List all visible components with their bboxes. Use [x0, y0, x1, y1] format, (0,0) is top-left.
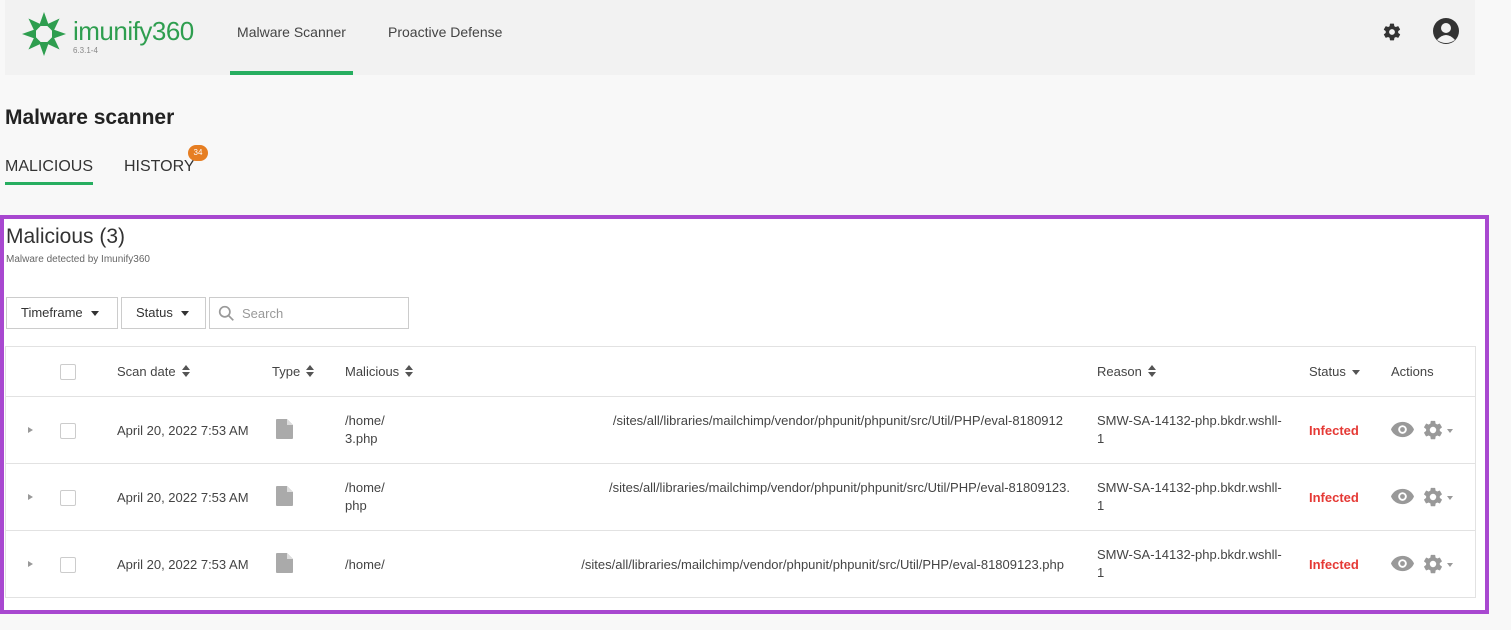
reason-text: SMW-SA-14132-php.bkdr.wshll- [1097, 480, 1282, 495]
tab-malicious[interactable]: MALICIOUS [5, 158, 94, 185]
file-path-start: /home/ [345, 557, 385, 572]
nav-tab-label: Malware Scanner [237, 24, 346, 40]
top-navigation-bar: imunify360 6.3.1-4 Malware Scanner Proac… [5, 0, 1475, 75]
reason-text-cont: 1 [1097, 498, 1105, 513]
expand-row-icon[interactable] [28, 561, 33, 567]
scan-date: April 20, 2022 7:53 AM [117, 423, 249, 438]
column-malicious[interactable]: Malicious [345, 364, 414, 379]
nav-tab-label: Proactive Defense [388, 24, 503, 40]
reason-text-cont: 1 [1097, 431, 1105, 446]
sort-icon [181, 364, 190, 377]
column-label: Malicious [345, 364, 400, 379]
malicious-table: Scan date Type Malicious Reason Status A… [5, 346, 1476, 598]
panel-title: Malicious (3) [6, 225, 126, 248]
imunify360-logo[interactable]: imunify360 6.3.1-4 [20, 10, 210, 60]
file-path-name: 3.php [345, 431, 378, 446]
settings-gear-icon[interactable] [1422, 419, 1444, 441]
status-badge: Infected [1309, 423, 1359, 438]
settings-gear-icon[interactable] [1422, 486, 1444, 508]
column-type[interactable]: Type [272, 364, 315, 379]
file-path-middle: /sites/all/libraries/mailchimp/vendor/ph… [608, 480, 1070, 495]
history-count-badge: 34 [188, 145, 208, 161]
logo-star-icon [22, 12, 66, 56]
status-badge: Infected [1309, 490, 1359, 505]
row-checkbox[interactable] [60, 557, 76, 573]
column-label: Type [272, 364, 301, 379]
sort-desc-icon [1351, 370, 1360, 376]
reason-text-cont: 1 [1097, 565, 1105, 580]
timeframe-dropdown[interactable]: Timeframe [6, 297, 118, 329]
file-icon [276, 553, 293, 573]
user-avatar-icon[interactable] [1432, 17, 1460, 45]
eye-icon[interactable] [1391, 421, 1414, 438]
column-reason[interactable]: Reason [1097, 364, 1156, 379]
sort-icon [1147, 364, 1156, 377]
scan-date: April 20, 2022 7:53 AM [117, 557, 249, 572]
column-label: Actions [1391, 364, 1434, 379]
brand-name: imunify360 [73, 16, 194, 46]
gear-icon[interactable] [1382, 22, 1402, 42]
sort-icon [405, 364, 414, 377]
caret-down-icon [180, 311, 189, 317]
expand-row-icon[interactable] [28, 494, 33, 500]
eye-icon[interactable] [1391, 555, 1414, 572]
page-title: Malware scanner [5, 106, 175, 129]
chevron-down-icon[interactable] [1447, 429, 1453, 433]
malicious-panel: Malicious (3) Malware detected by Imunif… [0, 215, 1489, 614]
expand-row-icon[interactable] [28, 427, 33, 433]
nav-tab-proactive-defense[interactable]: Proactive Defense [383, 0, 507, 75]
table-row[interactable]: April 20, 2022 7:53 AM /home/ php /sites… [6, 464, 1475, 531]
column-label: Scan date [117, 364, 176, 379]
settings-gear-icon[interactable] [1422, 553, 1444, 575]
row-checkbox[interactable] [60, 423, 76, 439]
column-label: Status [1309, 364, 1346, 379]
reason-text: SMW-SA-14132-php.bkdr.wshll- [1097, 413, 1282, 428]
status-badge: Infected [1309, 557, 1359, 572]
column-scan-date[interactable]: Scan date [117, 364, 190, 379]
reason-text: SMW-SA-14132-php.bkdr.wshll- [1097, 547, 1282, 562]
status-label: Status [136, 305, 173, 320]
table-header: Scan date Type Malicious Reason Status A… [6, 347, 1475, 397]
tab-label: MALICIOUS [5, 158, 94, 175]
file-path-name: php [345, 498, 367, 513]
file-path-middle: /sites/all/libraries/mailchimp/vendor/ph… [612, 413, 1063, 428]
row-checkbox[interactable] [60, 490, 76, 506]
version-label: 6.3.1-4 [73, 46, 98, 55]
search-input[interactable] [242, 304, 402, 322]
timeframe-label: Timeframe [21, 305, 83, 320]
tab-label: HISTORY [124, 158, 195, 175]
file-path-start: /home/ [345, 413, 385, 428]
table-row[interactable]: April 20, 2022 7:53 AM /home/ 3.php /sit… [6, 397, 1475, 464]
column-label: Reason [1097, 364, 1142, 379]
status-dropdown[interactable]: Status [121, 297, 206, 329]
tab-history[interactable]: HISTORY [124, 158, 195, 185]
search-box [209, 297, 409, 329]
scan-date: April 20, 2022 7:53 AM [117, 490, 249, 505]
sort-icon [306, 364, 315, 377]
table-row[interactable]: April 20, 2022 7:53 AM /home/ /sites/all… [6, 531, 1475, 598]
chevron-down-icon[interactable] [1447, 563, 1453, 567]
column-actions: Actions [1391, 364, 1434, 379]
eye-icon[interactable] [1391, 488, 1414, 505]
panel-subtitle: Malware detected by Imunify360 [6, 254, 150, 265]
column-status[interactable]: Status [1309, 364, 1360, 379]
select-all-checkbox[interactable] [60, 364, 76, 380]
chevron-down-icon[interactable] [1447, 496, 1453, 500]
nav-tab-malware-scanner[interactable]: Malware Scanner [230, 0, 353, 75]
caret-down-icon [90, 311, 99, 317]
search-icon [218, 305, 234, 321]
file-path-middle: /sites/all/libraries/mailchimp/vendor/ph… [581, 557, 1064, 572]
file-icon [276, 419, 293, 439]
file-icon [276, 486, 293, 506]
file-path-start: /home/ [345, 480, 385, 495]
